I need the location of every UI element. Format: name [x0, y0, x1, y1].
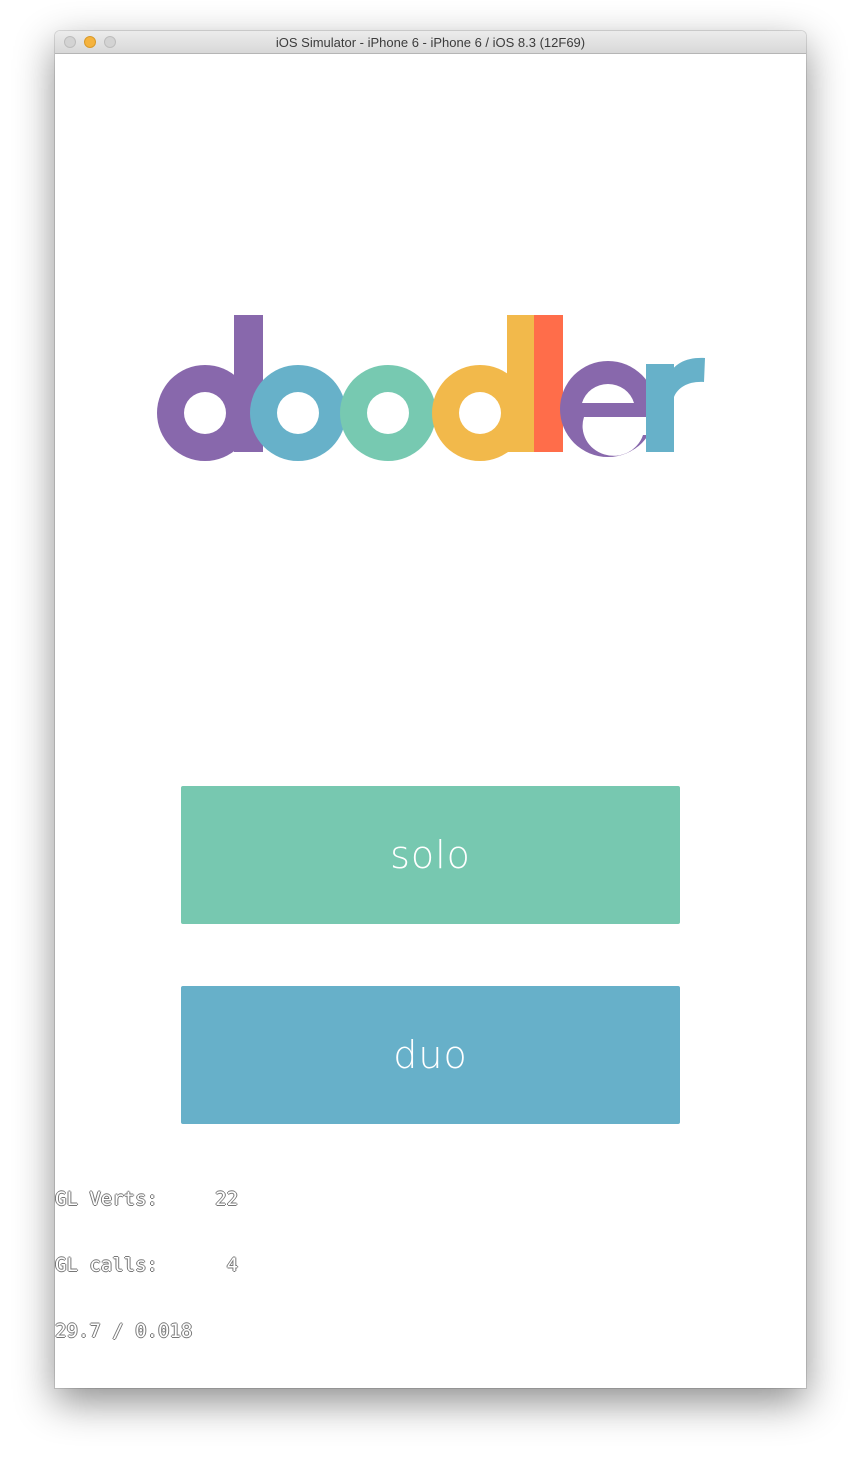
doodler-logo: doodler [155, 309, 715, 469]
solo-button[interactable]: solo [181, 786, 680, 924]
gl-verts-label: GL Verts: [55, 1188, 158, 1210]
gl-calls-value: 4 [226, 1254, 239, 1276]
duo-button[interactable]: duo [181, 986, 680, 1124]
gl-calls-row: GL calls: 4 [55, 1254, 238, 1276]
gl-verts-value: 22 [215, 1188, 239, 1210]
logo-letter-l [534, 315, 563, 452]
debug-stats-overlay: GL Verts: 22 GL calls: 4 29.7 / 0.018 [55, 1144, 238, 1386]
gl-verts-row: GL Verts: 22 [55, 1188, 238, 1210]
duo-button-label: duo [393, 1033, 468, 1077]
device-screen: doodler solo duo GL Verts: 22 GL calls: … [55, 54, 806, 1388]
solo-button-label: solo [390, 833, 471, 877]
gl-calls-label: GL calls: [55, 1254, 158, 1276]
window-title: iOS Simulator - iPhone 6 - iPhone 6 / iO… [275, 35, 586, 50]
title-bar[interactable]: iOS Simulator - iPhone 6 - iPhone 6 / iO… [55, 31, 806, 54]
simulator-window: iOS Simulator - iPhone 6 - iPhone 6 / iO… [55, 31, 806, 1388]
fps-row: 29.7 / 0.018 [55, 1320, 193, 1342]
logo-letter-d2-stem [507, 315, 534, 452]
logo-letter-r-arm [667, 357, 705, 397]
doodler-logo-graphic [157, 315, 705, 461]
